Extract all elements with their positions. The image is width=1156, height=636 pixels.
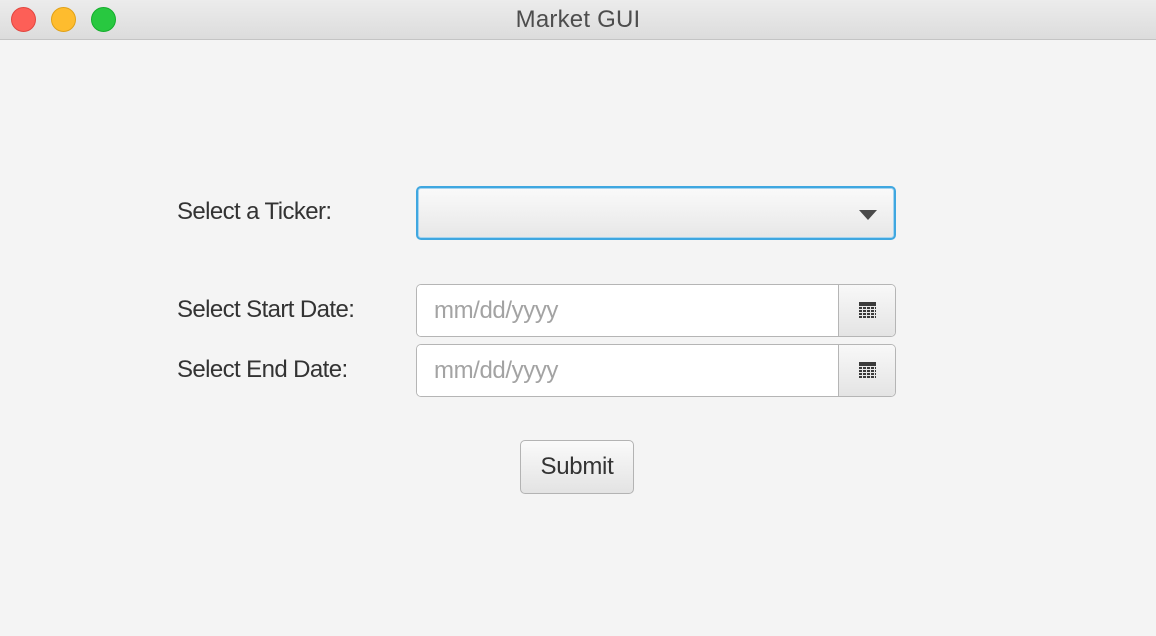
end-date-label: Select End Date:: [177, 356, 348, 383]
end-date-input[interactable]: [417, 345, 839, 396]
end-date-picker: [416, 344, 896, 397]
window-title: Market GUI: [515, 6, 641, 33]
submit-button[interactable]: Submit: [520, 440, 634, 494]
end-date-calendar-button[interactable]: [838, 345, 895, 396]
calendar-icon: [859, 302, 876, 318]
chevron-down-icon: [859, 210, 877, 220]
calendar-icon: [859, 362, 876, 378]
title-bar: Market GUI: [0, 0, 1156, 40]
ticker-dropdown[interactable]: [416, 186, 896, 240]
start-date-label: Select Start Date:: [177, 296, 355, 323]
ticker-label: Select a Ticker:: [177, 198, 332, 225]
app-window: Market GUI Select a Ticker: Select Start…: [0, 0, 1156, 636]
start-date-calendar-button[interactable]: [838, 285, 895, 336]
start-date-picker: [416, 284, 896, 337]
start-date-input[interactable]: [417, 285, 839, 336]
